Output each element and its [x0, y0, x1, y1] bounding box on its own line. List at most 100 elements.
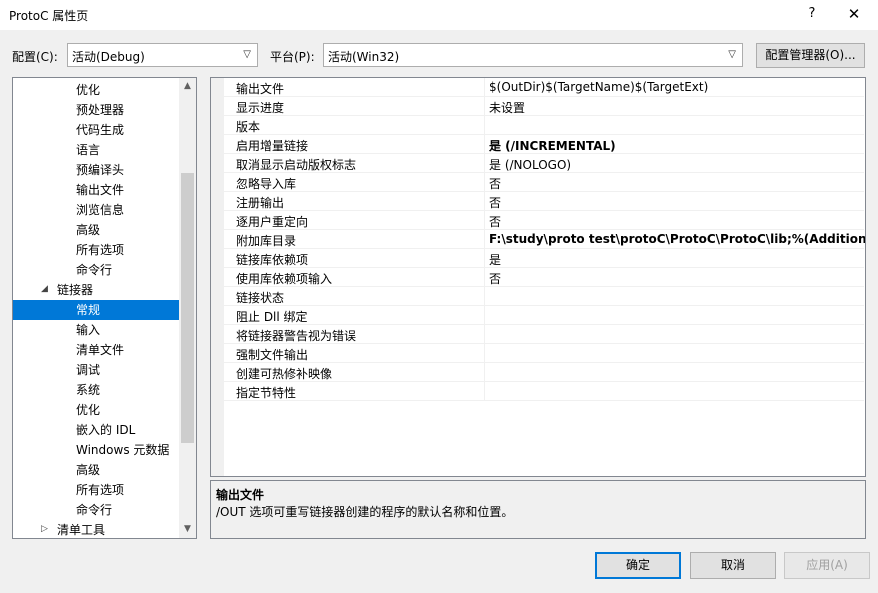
tree-item[interactable]: 优化 [13, 400, 179, 420]
property-value[interactable]: 否 [489, 194, 501, 211]
column-divider [484, 154, 485, 173]
property-row[interactable]: 强制文件输出 [224, 344, 864, 363]
property-name: 输出文件 [236, 82, 285, 96]
property-row[interactable]: 忽略导入库 否 [224, 173, 864, 192]
property-value[interactable]: 否 [489, 270, 501, 287]
property-name: 版本 [236, 120, 261, 134]
category-tree: 优化 预处理器 代码生成 语言 预编译头 输出文件 浏览信息 高级 所有选项 命令行 ◢ 链接器 常规输… [12, 77, 197, 539]
tree-item[interactable]: 命令行 [13, 260, 179, 280]
column-divider [484, 192, 485, 211]
tree-item[interactable]: 输入 [13, 320, 179, 340]
property-row[interactable]: 创建可热修补映像 [224, 363, 864, 382]
property-name: 附加库目录 [236, 234, 297, 248]
property-value[interactable]: 未设置 [489, 99, 525, 116]
column-divider [484, 306, 485, 325]
tree-item[interactable]: 预编译头 [13, 160, 179, 180]
scrollbar-thumb[interactable] [181, 173, 194, 443]
tree-item[interactable]: 高级 [13, 460, 179, 480]
config-value: 活动(Debug) [72, 50, 145, 64]
tree-item[interactable]: 输出文件 [13, 180, 179, 200]
tree-item[interactable]: Windows 元数据 [13, 440, 179, 460]
apply-button[interactable]: 应用(A) [784, 552, 870, 579]
property-name: 链接库依赖项 [236, 253, 309, 267]
property-row[interactable]: 使用库依赖项输入 否 [224, 268, 864, 287]
property-row[interactable]: 阻止 Dll 绑定 [224, 306, 864, 325]
tree-item[interactable]: 语言 [13, 140, 179, 160]
property-row[interactable]: 显示进度 未设置 [224, 97, 864, 116]
platform-value: 活动(Win32) [328, 50, 400, 64]
cancel-button[interactable]: 取消 [690, 552, 776, 579]
property-row[interactable]: 指定节特性 [224, 382, 864, 401]
tree-item[interactable]: 命令行 [13, 500, 179, 520]
property-name: 注册输出 [236, 196, 285, 210]
tree-item[interactable]: 清单工具 [13, 520, 179, 538]
config-dropdown[interactable]: 活动(Debug) ▽ [67, 43, 258, 67]
platform-dropdown[interactable]: 活动(Win32) ▽ [323, 43, 743, 67]
ok-button[interactable]: 确定 [595, 552, 681, 579]
property-row[interactable]: 输出文件 $(OutDir)$(TargetName)$(TargetExt) [224, 78, 864, 97]
property-value[interactable]: 是 [489, 251, 501, 268]
tree-item[interactable]: 优化 [13, 80, 179, 100]
column-divider [484, 97, 485, 116]
tree-item[interactable]: 所有选项 [13, 240, 179, 260]
property-value[interactable]: 否 [489, 175, 501, 192]
config-manager-button[interactable]: 配置管理器(O)... [756, 43, 865, 68]
tree-item[interactable]: 系统 [13, 380, 179, 400]
tree-item[interactable]: 高级 [13, 220, 179, 240]
property-value[interactable]: 是 (/INCREMENTAL) [489, 137, 616, 154]
window-title: ProtoC 属性页 [9, 9, 89, 23]
property-row[interactable]: 逐用户重定向 否 [224, 211, 864, 230]
column-divider [484, 325, 485, 344]
description-text: /OUT 选项可重写链接器创建的程序的默认名称和位置。 [216, 505, 514, 519]
scroll-down-icon[interactable]: ▼ [179, 521, 196, 538]
property-name: 将链接器警告视为错误 [236, 329, 357, 343]
column-divider [484, 344, 485, 363]
title-bar: ProtoC 属性页 ? ✕ [0, 0, 878, 30]
property-row[interactable]: 注册输出 否 [224, 192, 864, 211]
property-value[interactable]: $(OutDir)$(TargetName)$(TargetExt) [489, 80, 708, 94]
tree-item[interactable]: 链接器 [13, 280, 179, 300]
property-name: 链接状态 [236, 291, 285, 305]
description-title: 输出文件 [216, 488, 265, 502]
chevron-down-icon: ▽ [728, 49, 736, 60]
tree-item[interactable]: 常规 [13, 300, 179, 320]
tree-scrollbar[interactable]: ▲ ▼ [179, 78, 196, 538]
property-name: 忽略导入库 [236, 177, 297, 191]
column-divider [484, 78, 485, 97]
property-row[interactable]: 附加库目录 F:\study\proto test\protoC\ProtoC\P… [224, 230, 865, 249]
tree-item[interactable]: 所有选项 [13, 480, 179, 500]
property-value[interactable]: 否 [489, 213, 501, 230]
tree-item[interactable]: 代码生成 [13, 120, 179, 140]
column-divider [484, 135, 485, 154]
help-icon[interactable]: ? [800, 3, 824, 25]
tree-item[interactable]: 嵌入的 IDL [13, 420, 179, 440]
tree-item[interactable]: 浏览信息 [13, 200, 179, 220]
column-divider [484, 287, 485, 306]
property-name: 强制文件输出 [236, 348, 309, 362]
property-name: 逐用户重定向 [236, 215, 309, 229]
property-value[interactable]: 是 (/NOLOGO) [489, 156, 571, 173]
property-row[interactable]: 启用增量链接 是 (/INCREMENTAL) [224, 135, 864, 154]
close-icon[interactable]: ✕ [842, 3, 866, 25]
property-row[interactable]: 版本 [224, 116, 864, 135]
property-row[interactable]: 链接状态 [224, 287, 864, 306]
tree-item[interactable]: 调试 [13, 360, 179, 380]
property-name: 使用库依赖项输入 [236, 272, 333, 286]
property-row[interactable]: 链接库依赖项 是 [224, 249, 864, 268]
property-name: 取消显示启动版权标志 [236, 158, 357, 172]
column-divider [484, 268, 485, 287]
scroll-up-icon[interactable]: ▲ [179, 78, 196, 95]
property-grid: 输出文件 $(OutDir)$(TargetName)$(TargetExt) 显示… [210, 77, 866, 477]
description-panel: 输出文件 /OUT 选项可重写链接器创建的程序的默认名称和位置。 [210, 480, 866, 539]
property-name: 指定节特性 [236, 386, 297, 400]
property-row[interactable]: 取消显示启动版权标志 是 (/NOLOGO) [224, 154, 864, 173]
config-label: 配置(C): [12, 50, 58, 64]
chevron-down-icon: ▽ [243, 49, 251, 60]
column-divider [484, 249, 485, 268]
property-name: 创建可热修补映像 [236, 367, 333, 381]
property-value[interactable]: F:\study\proto test\protoC\ProtoC\ProtoC… [489, 232, 865, 246]
column-divider [484, 363, 485, 382]
tree-item[interactable]: 清单文件 [13, 340, 179, 360]
property-row[interactable]: 将链接器警告视为错误 [224, 325, 864, 344]
tree-item[interactable]: 预处理器 [13, 100, 179, 120]
